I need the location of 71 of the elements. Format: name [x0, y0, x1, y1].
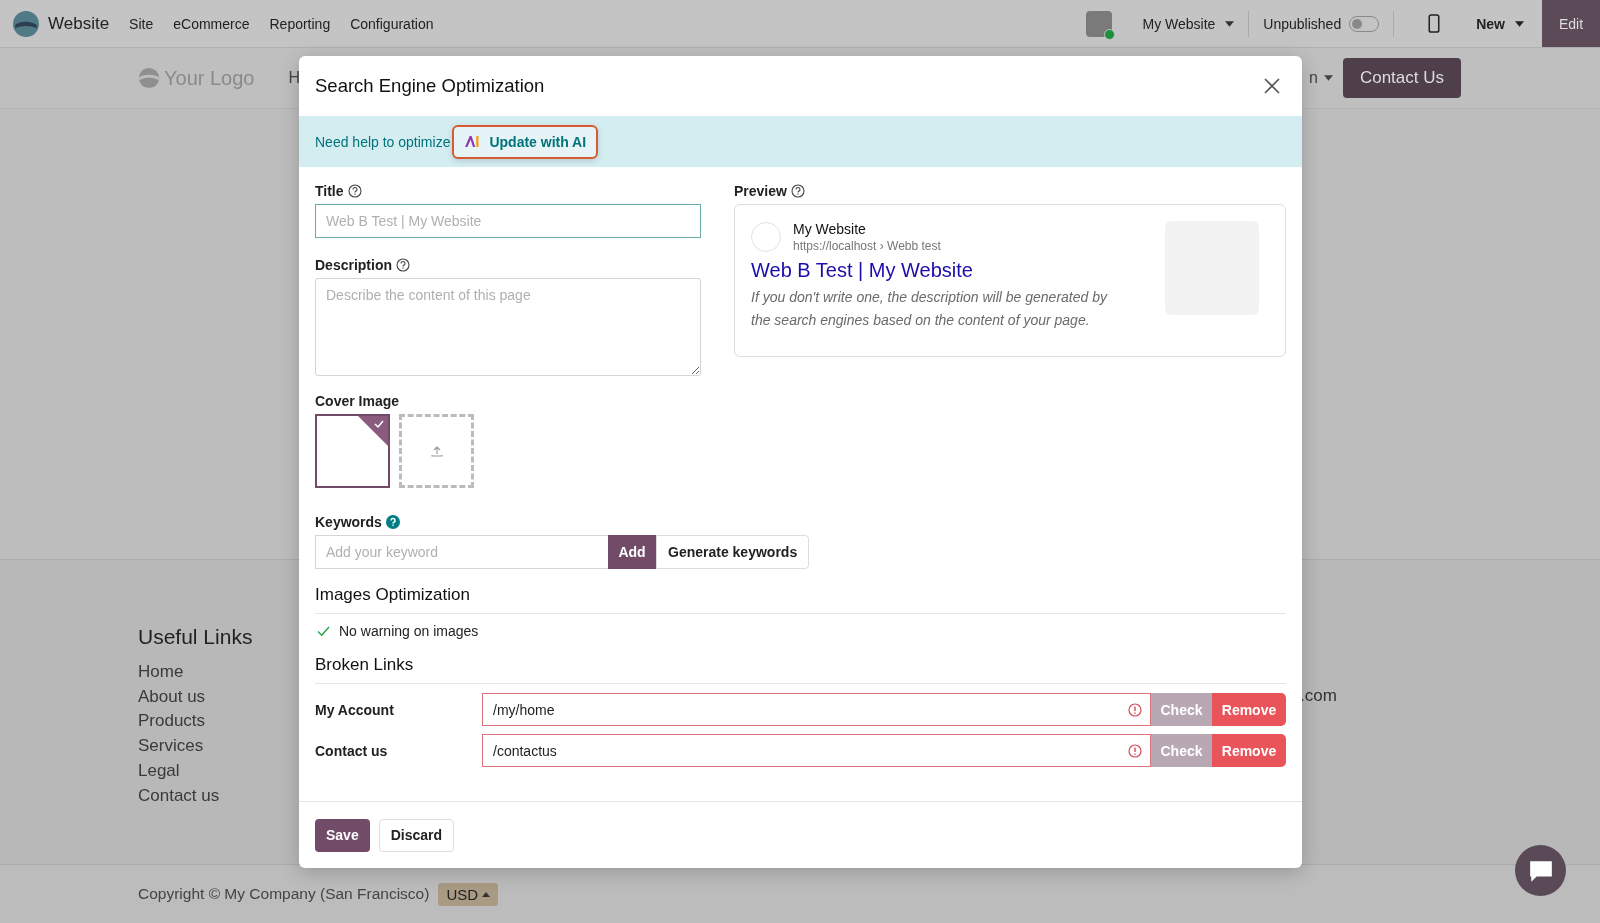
cover-image-thumbnail[interactable] [315, 414, 390, 488]
remove-button[interactable]: Remove [1212, 693, 1286, 726]
logo-icon [138, 67, 160, 89]
menu-item[interactable]: Site [129, 15, 154, 32]
footer-heading: Useful Links [138, 625, 253, 649]
banner-text: Need help to optimize [315, 133, 451, 150]
footer-link[interactable]: Services [138, 734, 253, 759]
field-label: Title [315, 183, 344, 199]
publish-toggle[interactable] [1349, 15, 1380, 32]
field-label: Description [315, 257, 392, 273]
upload-icon [430, 445, 443, 457]
app-name[interactable]: Website [48, 13, 110, 34]
field-label: Preview [734, 183, 787, 199]
remove-button[interactable]: Remove [1212, 734, 1286, 767]
menu-item[interactable]: eCommerce [173, 15, 250, 32]
preview-title: Web B Test | My Website [751, 259, 974, 282]
keyword-input[interactable]: Add your keyword [315, 535, 608, 569]
menu-item[interactable]: Configuration [350, 15, 434, 32]
caret-icon [1225, 20, 1235, 27]
publish-label: Unpublished [1263, 15, 1342, 32]
help-icon[interactable] [347, 184, 362, 198]
preview-site-name: My Website [793, 221, 867, 237]
contact-us-button[interactable]: Contact Us [1342, 58, 1461, 98]
generate-keywords-button[interactable]: Generate keywords [656, 535, 810, 569]
check-icon [317, 625, 330, 637]
warning-icon [1128, 703, 1142, 717]
caret-icon [1515, 20, 1524, 27]
dialog-title: Search Engine Optimization [315, 75, 545, 97]
currency-button[interactable]: USD [438, 882, 499, 906]
footer-link[interactable]: Home [138, 660, 253, 685]
preview-url: https://localhost › Webb test [793, 239, 941, 253]
mobile-phone-icon[interactable] [1428, 14, 1441, 33]
title-input[interactable]: Web B Test | My Website [315, 204, 701, 238]
update-with-ai-button[interactable]: Update with AI [452, 124, 599, 159]
section-heading: Images Optimization [315, 585, 1286, 614]
preview-description: If you don't write one, the description will be generated by the search engines based on the content of your page. [751, 288, 1109, 330]
link-label: My Account [315, 701, 395, 718]
edit-button[interactable]: Edit [1542, 0, 1600, 47]
help-icon[interactable] [385, 515, 400, 529]
discard-button[interactable]: Discard [378, 818, 455, 852]
help-icon[interactable] [790, 184, 805, 198]
nav-link[interactable]: n [1309, 69, 1318, 87]
website-logo-icon [13, 10, 39, 37]
menu-item[interactable]: Reporting [269, 15, 331, 32]
chat-bubble-icon [1527, 858, 1554, 883]
website-switcher[interactable]: My Website [1142, 15, 1235, 32]
section-heading: Broken Links [315, 655, 1286, 684]
ai-icon [464, 135, 482, 148]
copyright-text: Copyright © My Company (San Francisco) [138, 885, 430, 903]
warning-icon [1128, 744, 1142, 758]
footer-link[interactable]: Legal [138, 758, 253, 784]
field-label: Cover Image [315, 393, 400, 409]
footer-link[interactable]: Products [138, 709, 253, 735]
caret-icon [482, 891, 491, 897]
description-input[interactable]: Describe the content of this page [315, 278, 701, 376]
nav-link[interactable]: H [288, 69, 301, 87]
caret-icon [1323, 75, 1333, 81]
save-button[interactable]: Save [315, 818, 370, 852]
help-icon[interactable] [396, 258, 410, 272]
link-url-field[interactable]: /contactus [482, 734, 1151, 767]
field-label: Keywords [315, 514, 382, 530]
footer-text: .com [1300, 686, 1337, 706]
footer-link[interactable]: Contact us [138, 783, 253, 809]
footer-link[interactable]: About us [138, 684, 253, 710]
selected-check-icon [358, 416, 388, 446]
close-icon[interactable] [1264, 78, 1280, 94]
status-text: No warning on images [339, 623, 479, 639]
add-button[interactable]: Add [608, 535, 656, 569]
link-label: Contact us [315, 742, 389, 759]
link-url-field[interactable]: /my/home [482, 693, 1151, 726]
new-button[interactable]: New [1476, 15, 1524, 32]
